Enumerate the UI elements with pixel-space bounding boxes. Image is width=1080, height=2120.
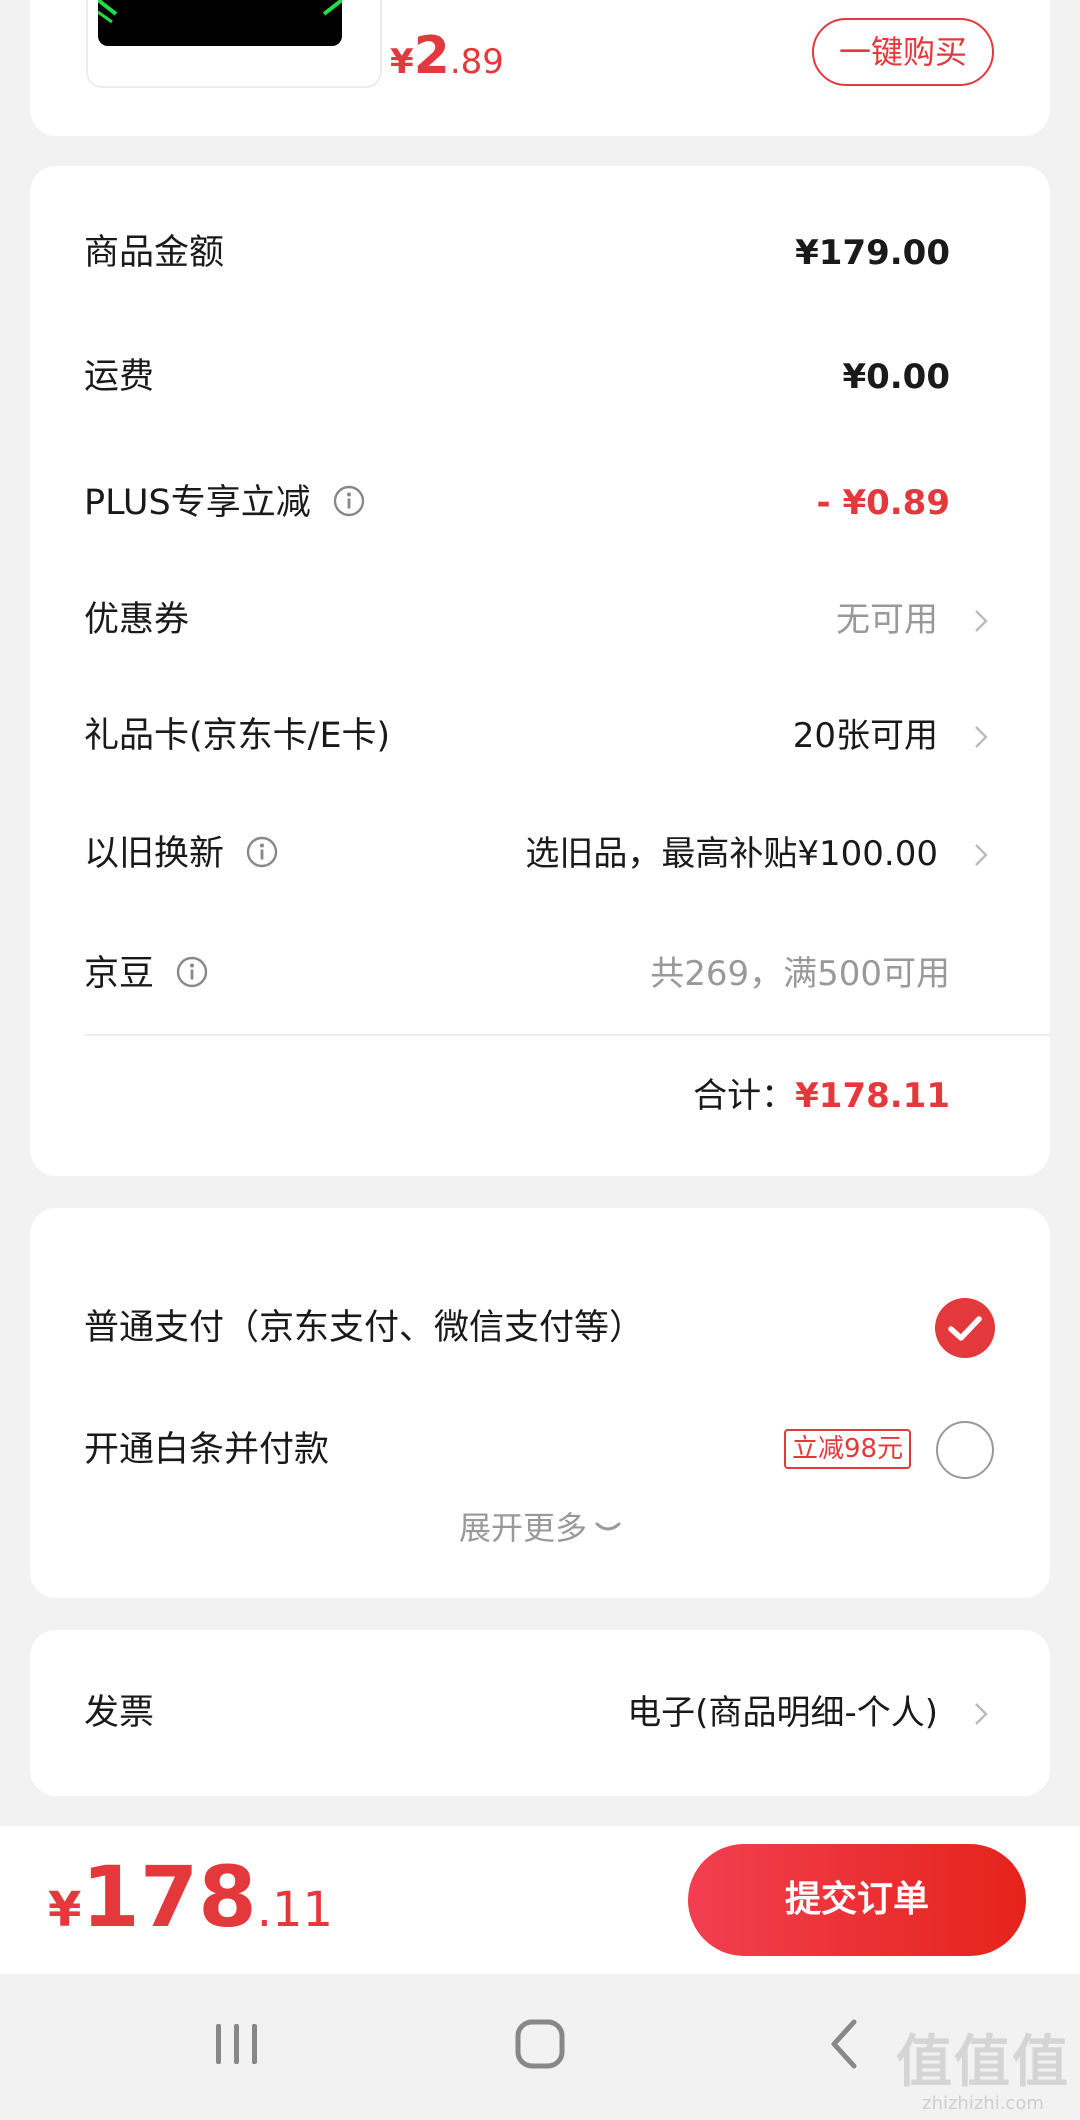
price-decimal: .11 (256, 1882, 334, 1938)
summary-row-shipping: 运费 ¥0.00 (30, 347, 1050, 407)
summary-row-jd-beans: 京豆 共269，满500可用 (30, 944, 1050, 1004)
product-card: ¥2.89 一键购买 (30, 0, 1050, 136)
chevron-right-icon (975, 726, 988, 748)
summary-label: PLUS专享立减 (84, 483, 311, 523)
total-value: ¥178.11 (795, 1076, 950, 1116)
one-click-buy-button[interactable]: 一键购买 (812, 18, 994, 86)
checkout-total-price: ¥178.11 (48, 1848, 333, 1946)
price-currency: ¥ (390, 42, 414, 82)
invoice-label: 发票 (84, 1693, 155, 1733)
summary-label: 京豆 (84, 954, 155, 994)
expand-more-label: 展开更多 (458, 1509, 587, 1547)
summary-row-trade-in[interactable]: 以旧换新 选旧品，最高补贴¥100.00 (30, 824, 1050, 884)
payment-option-label: 开通白条并付款 (84, 1430, 330, 1470)
site-watermark: 值值值 zhizhizhi.com (896, 2030, 1070, 2115)
expand-more-button[interactable]: 展开更多 (30, 1498, 1050, 1558)
payment-method-card: 普通支付（京东支付、微信支付等） 开通白条并付款 立减98元 展开更多 (30, 1208, 1050, 1598)
payment-option-label: 普通支付（京东支付、微信支付等） (84, 1308, 645, 1348)
home-icon[interactable] (510, 2014, 570, 2074)
chevron-down-icon (595, 1522, 621, 1531)
invoice-card[interactable]: 发票 电子(商品明细-个人) (30, 1630, 1050, 1796)
system-nav-bar: 值值值 zhizhizhi.com (0, 1974, 1080, 2120)
summary-label: 优惠券 (84, 600, 190, 640)
chevron-right-icon (975, 844, 988, 866)
product-image (98, 0, 342, 46)
product-thumbnail[interactable] (86, 0, 382, 88)
radio-unselected[interactable] (936, 1421, 994, 1479)
invoice-value: 电子(商品明细-个人) (627, 1693, 938, 1733)
info-icon[interactable] (246, 836, 278, 868)
submit-order-button[interactable]: 提交订单 (688, 1844, 1026, 1956)
info-icon[interactable] (333, 485, 365, 517)
chevron-right-icon (975, 610, 988, 632)
summary-label: 运费 (84, 357, 155, 397)
summary-value: 共269，满500可用 (650, 954, 950, 994)
summary-row-gift-card[interactable]: 礼品卡(京东卡/E卡) 20张可用 (30, 706, 1050, 766)
summary-label-group: 以旧换新 (84, 824, 278, 884)
price-integer: 2 (413, 26, 450, 86)
recent-apps-icon[interactable] (212, 2014, 262, 2074)
divider (84, 1034, 1050, 1036)
summary-value: 无可用 (836, 600, 938, 640)
checkout-bar: ¥178.11 提交订单 (0, 1826, 1080, 1974)
summary-label: 礼品卡(京东卡/E卡) (84, 716, 391, 756)
summary-value: - ¥0.89 (816, 483, 951, 523)
price-decimal: .89 (449, 42, 504, 82)
summary-value: 20张可用 (792, 716, 938, 756)
payment-option-normal[interactable]: 普通支付（京东支付、微信支付等） (30, 1293, 1050, 1363)
checkmark-selected-icon[interactable] (935, 1298, 995, 1358)
invoice-row[interactable]: 发票 电子(商品明细-个人) (30, 1683, 1050, 1743)
price-currency: ¥ (48, 1882, 82, 1938)
summary-value: ¥0.00 (842, 357, 950, 397)
summary-label: 以旧换新 (84, 834, 225, 874)
order-total: 合计：¥178.11 (693, 1066, 950, 1126)
summary-value: ¥179.00 (795, 233, 950, 273)
summary-row-goods-amount: 商品金额 ¥179.00 (30, 223, 1050, 283)
back-icon[interactable] (820, 2014, 870, 2074)
product-price: ¥2.89 (390, 26, 504, 86)
payment-option-baitiao[interactable]: 开通白条并付款 立减98元 (30, 1415, 1050, 1485)
summary-row-plus-discount: PLUS专享立减 - ¥0.89 (30, 473, 1050, 533)
summary-row-coupon[interactable]: 优惠券 无可用 (30, 590, 1050, 650)
chevron-right-icon (975, 1703, 988, 1725)
summary-label-group: 京豆 (84, 944, 208, 1004)
watermark-logo-text: 值值值 (896, 2030, 1070, 2095)
info-icon[interactable] (176, 956, 208, 988)
promo-badge: 立减98元 (784, 1429, 912, 1469)
summary-label-group: PLUS专享立减 (84, 473, 365, 533)
price-integer: 178 (81, 1848, 257, 1946)
total-label: 合计： (693, 1076, 796, 1116)
order-summary-card: 商品金额 ¥179.00 运费 ¥0.00 PLUS专享立减 - ¥0.89 优… (30, 166, 1050, 1176)
product-image-graphic (98, 0, 342, 24)
summary-value: 选旧品，最高补贴¥100.00 (525, 834, 938, 874)
summary-label: 商品金额 (84, 233, 225, 273)
watermark-url: zhizhizhi.com (922, 2093, 1044, 2114)
